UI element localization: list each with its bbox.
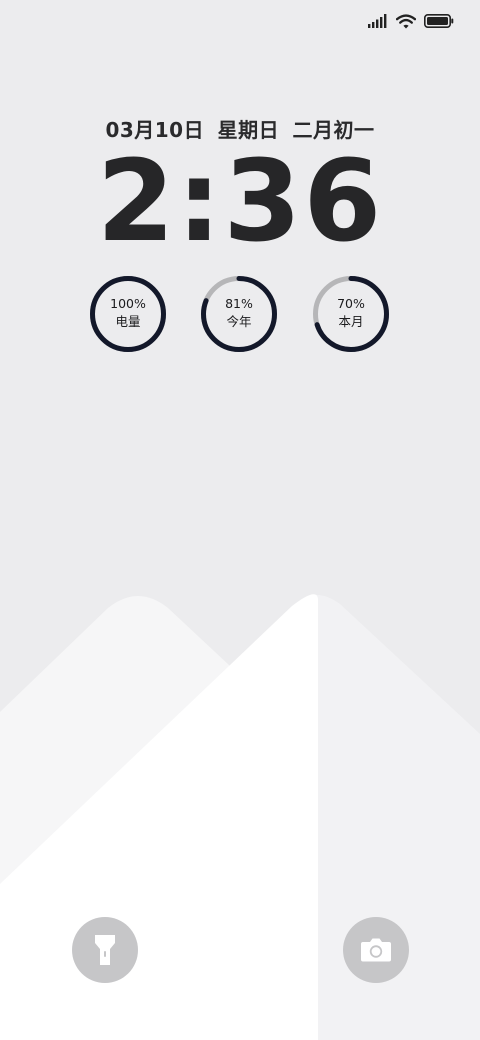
month-progress-ring: 70% 本月: [311, 274, 391, 354]
flashlight-button[interactable]: [72, 917, 138, 983]
battery-ring: 100% 电量: [88, 274, 168, 354]
ring-widgets: 100% 电量 81% 今年 70% 本月: [0, 274, 480, 356]
cellular-signal-icon: [368, 14, 387, 28]
ring-value: 70%: [337, 296, 365, 311]
ring-label: 本月: [338, 314, 364, 329]
ring-value: 81%: [225, 296, 253, 311]
clock-time: 2:36: [96, 137, 384, 267]
flashlight-icon: [95, 935, 115, 965]
ring-value: 100%: [110, 296, 146, 311]
camera-icon: [361, 938, 391, 962]
camera-button[interactable]: [343, 917, 409, 983]
wifi-icon: [396, 13, 416, 28]
year-progress-ring: 81% 今年: [199, 274, 279, 354]
ring-label: 电量: [115, 314, 141, 329]
lock-screen: 03月10日 星期日 二月初一 2:36 100% 电量 81% 今年 70% …: [0, 0, 480, 1040]
ring-label: 今年: [226, 314, 252, 329]
status-bar: [368, 10, 454, 32]
battery-icon: [424, 14, 454, 28]
